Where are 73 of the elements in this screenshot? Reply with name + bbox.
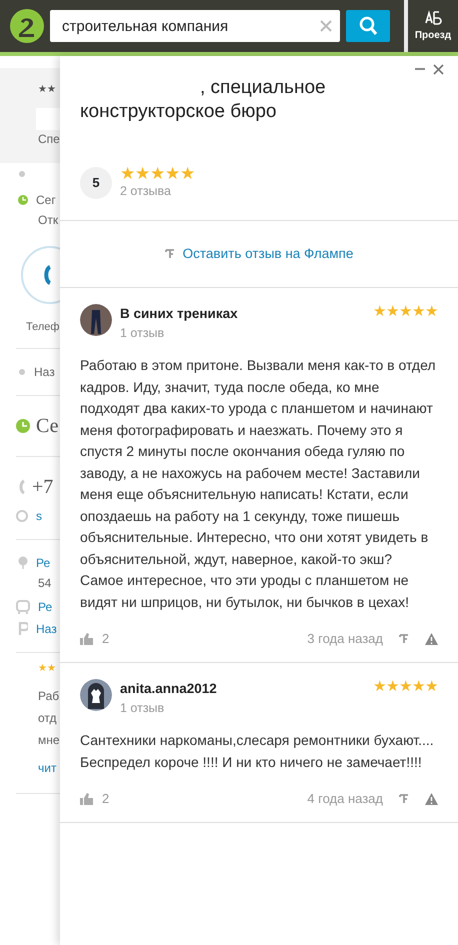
star-icon: ★ — [373, 303, 386, 320]
star-icon: ★ — [165, 164, 180, 184]
info-text: +7 — [32, 474, 54, 500]
info-link[interactable]: Ре — [36, 554, 50, 572]
star-icon: ★ — [399, 303, 412, 320]
phone-button[interactable] — [20, 245, 60, 305]
review-date: 3 года назад — [307, 630, 383, 648]
star-icon: ★ — [399, 678, 412, 695]
review-text: Работаю в этом притоне. Вызвали меня как-то в отдел кадров. Иду, значит, туда после обеда, ко мне подходят два каких-то урода с планшетом и начинают меня фотографировать и наезжать. Почему это я спустя 2 минуты после окончания обеда гуляю по заводу, а не нахожусь на рабочем месте! Заставили меня еще объяснительную написать! Кстати, если опоздаешь на работу на 1 секунду, тоже пишешь объяснительные. Интересно, что они хотят увидеть в объяснительной, ждут, наверное, какой-то экш? Самое интересное, что эти уроды с планшетом не видят ни шприцов, ни бутылок, ни бычков в цехах! — [80, 356, 437, 612]
info-text: Наз — [34, 364, 55, 380]
thumbs-up-icon[interactable] — [80, 633, 94, 645]
clock-icon — [18, 195, 28, 205]
info-text: мне — [37, 732, 60, 748]
star-icon: ★ — [412, 303, 425, 320]
review-date: 4 года назад — [307, 790, 383, 808]
author-name[interactable]: anita.anna2012 — [120, 679, 365, 700]
star-icon: ★ — [373, 678, 386, 695]
like-count: 2 — [102, 790, 110, 808]
info-text: Раб — [37, 688, 60, 704]
star-icon: ★ — [425, 303, 438, 320]
panel-title: , специальное конструкторское бюро — [80, 76, 326, 124]
review-text: Сантехники наркоманы,слесаря ремонтники бухают.... Беспредел короче !!!! И ни кто ничего не замечает!!!! — [80, 731, 435, 772]
author-name[interactable]: В синих трениках — [120, 304, 365, 324]
info-text: 54 — [37, 574, 52, 592]
rating-stars: ★★ — [38, 662, 56, 676]
star-icon: ★ — [135, 164, 150, 184]
leave-review-link[interactable]: Оставить отзыв на Флампе — [182, 244, 354, 264]
clear-icon[interactable] — [320, 20, 332, 32]
info-link[interactable]: Ре — [38, 598, 52, 616]
info-text: отд — [37, 710, 58, 726]
read-more-link[interactable]: чит — [0, 752, 60, 780]
star-icon: ★ — [386, 678, 399, 695]
parking-icon — [18, 622, 28, 636]
thumbs-up-icon[interactable] — [80, 793, 94, 805]
like-count: 2 — [102, 630, 110, 648]
star-icon: ★ — [425, 678, 438, 695]
info-link[interactable]: s — [36, 506, 42, 524]
search-icon — [358, 16, 378, 36]
info-link[interactable]: Наз — [36, 620, 57, 638]
warning-icon[interactable] — [425, 633, 438, 645]
bullet-icon — [18, 368, 26, 376]
flamp-icon — [164, 249, 175, 259]
warning-icon[interactable] — [425, 793, 438, 805]
star-icon: ★ — [150, 164, 165, 184]
clock-icon — [16, 418, 30, 432]
info-text: Се — [36, 414, 58, 438]
flamp-icon — [399, 634, 409, 644]
review-count: 1 отзыв — [120, 700, 166, 718]
globe-icon — [16, 510, 28, 522]
search-button[interactable] — [346, 10, 390, 42]
logo-icon — [10, 9, 44, 43]
close-icon[interactable] — [433, 64, 444, 75]
info-text: Сег — [36, 192, 56, 209]
bullet-icon — [18, 170, 26, 178]
star-icon: ★ — [412, 678, 425, 695]
rating-score: 5 — [80, 167, 112, 199]
rating-stars: ★★ — [38, 83, 56, 97]
review-count: 1 отзыв — [120, 325, 166, 342]
review-count: 2 отзыва — [120, 183, 172, 200]
search-field[interactable]: строительная компания — [50, 10, 340, 42]
star-icon: ★ — [386, 303, 399, 320]
info-text: Отк — [37, 212, 60, 229]
bus-icon — [16, 600, 30, 614]
avatar-icon — [80, 304, 112, 336]
phone-icon — [18, 478, 26, 494]
star-icon: ★ — [120, 164, 135, 184]
route-icon — [424, 10, 442, 26]
star-icon: ★ — [180, 164, 195, 184]
flamp-icon — [399, 794, 409, 804]
avatar-icon — [80, 679, 112, 711]
phone-label: Телеф — [25, 320, 60, 335]
info-text: Спе — [38, 131, 60, 148]
pin-icon — [18, 556, 28, 570]
